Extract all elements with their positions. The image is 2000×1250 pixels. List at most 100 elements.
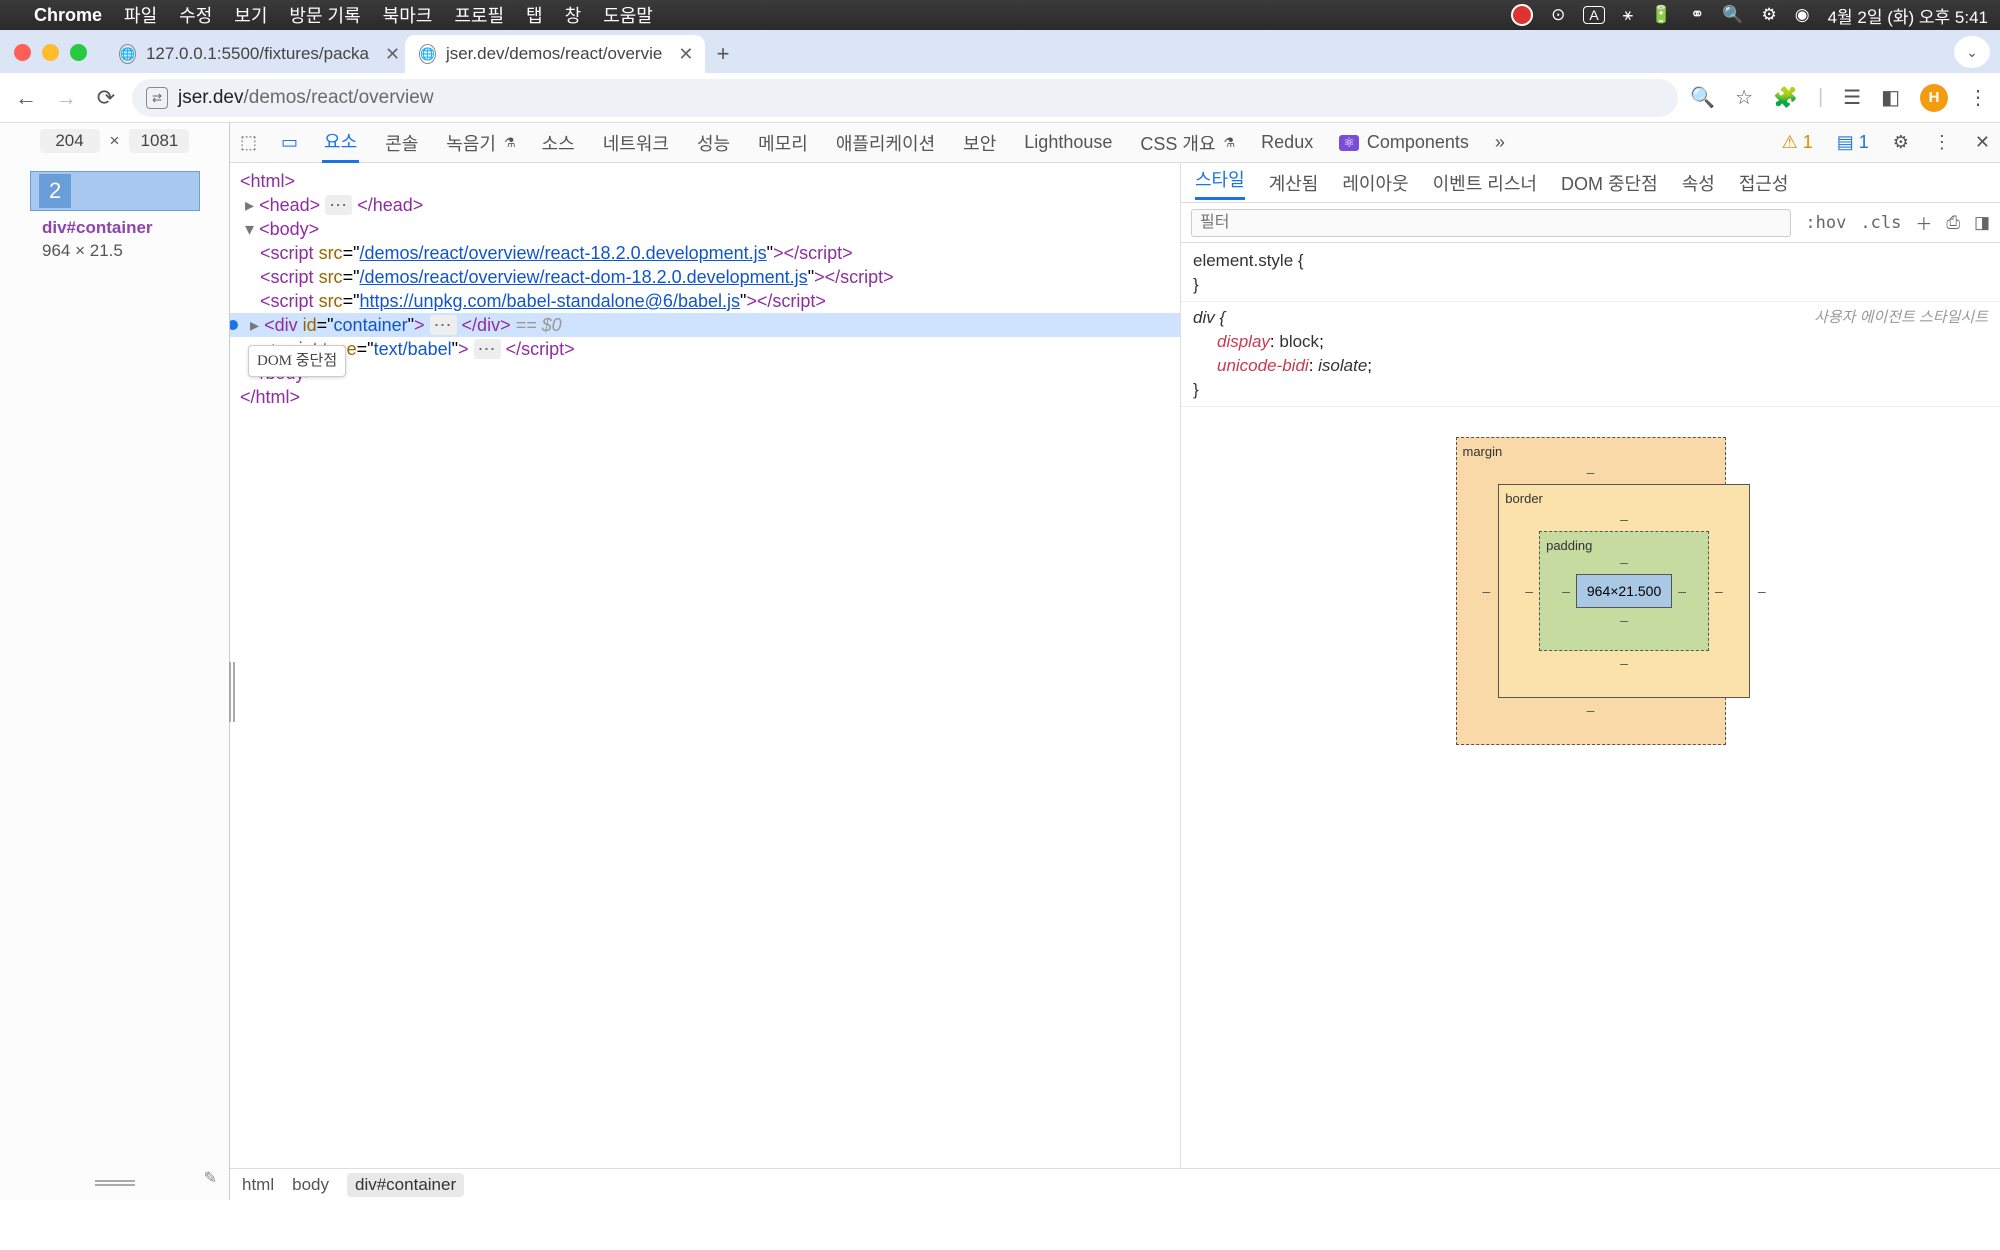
address-bar[interactable]: ⇄ jser.dev/demos/react/overview: [132, 79, 1678, 117]
record-icon[interactable]: [1511, 4, 1533, 26]
bookmark-icon[interactable]: ☆: [1735, 85, 1753, 110]
bottom-drag-handle[interactable]: [95, 1180, 135, 1186]
tab-recorder[interactable]: 녹음기: [444, 124, 498, 162]
url-path: /demos/react/overview: [243, 87, 433, 108]
element-tooltip: div#container 964 × 21.5: [42, 217, 199, 263]
kebab-menu-icon[interactable]: ⋮: [1933, 132, 1951, 153]
dimension-separator: ×: [110, 131, 120, 151]
tab-css-overview[interactable]: CSS 개요: [1138, 124, 1217, 162]
reload-button[interactable]: ⟳: [92, 85, 120, 111]
browser-tab-1[interactable]: 🌐 jser.dev/demos/react/overvie ✕: [405, 35, 705, 73]
rule-element-style: element.style {: [1193, 249, 1988, 273]
style-rules[interactable]: element.style { } div { 사용자 에이전트 스타일시트 d…: [1181, 243, 2000, 781]
styles-tab-computed[interactable]: 계산됨: [1269, 170, 1319, 196]
rule-div-selector: div {: [1193, 306, 1225, 330]
menu-history[interactable]: 방문 기록: [289, 2, 360, 28]
crumb-html[interactable]: html: [242, 1175, 274, 1195]
bluetooth-icon[interactable]: ⚹: [1623, 5, 1633, 25]
hov-toggle[interactable]: :hov: [1805, 213, 1846, 233]
menu-profile[interactable]: 프로필: [454, 2, 504, 28]
tab-title: jser.dev/demos/react/overvie: [446, 44, 662, 64]
viewport-height-input[interactable]: [129, 129, 189, 153]
styles-tab-props[interactable]: 속성: [1682, 170, 1715, 196]
tab-overflow-button[interactable]: ⌄: [1954, 36, 1990, 68]
search-icon[interactable]: 🔍: [1722, 5, 1743, 25]
siri-icon[interactable]: ◉: [1795, 5, 1810, 25]
menu-window[interactable]: 창: [565, 2, 582, 28]
extensions-icon[interactable]: 🧩: [1773, 85, 1798, 110]
viewport-width-input[interactable]: [40, 129, 100, 153]
devtools: × 2 div#container 964 × 21.5 ✎ ⬚ ▭ 요소 콘솔…: [0, 123, 2000, 1200]
new-style-rule-icon[interactable]: ＋: [1915, 210, 1932, 235]
chrome-menu-icon[interactable]: ⋮: [1968, 85, 1988, 110]
menu-file[interactable]: 파일: [124, 2, 157, 28]
styles-tab-styles[interactable]: 스타일: [1195, 166, 1245, 200]
battery-icon[interactable]: 🔋: [1651, 5, 1672, 25]
tab-lighthouse[interactable]: Lighthouse: [1022, 126, 1114, 159]
cls-toggle[interactable]: .cls: [1860, 213, 1901, 233]
menu-edit[interactable]: 수정: [179, 2, 212, 28]
menu-tab[interactable]: 탭: [526, 2, 543, 28]
back-button[interactable]: ←: [12, 85, 40, 111]
datetime[interactable]: 4월 2일 (화) 오후 5:41: [1828, 3, 1988, 28]
site-info-icon[interactable]: ⇄: [146, 87, 168, 109]
tab-components[interactable]: Components: [1365, 126, 1471, 159]
styles-filter-input[interactable]: [1191, 209, 1791, 237]
computed-styles-icon[interactable]: ⎙: [1946, 213, 1960, 233]
side-panel-icon[interactable]: ◧: [1881, 85, 1900, 110]
close-devtools-icon[interactable]: ✕: [1975, 132, 1990, 153]
reading-list-icon[interactable]: ☰: [1843, 85, 1861, 110]
script-src-1[interactable]: /demos/react/overview/react-dom-18.2.0.d…: [359, 267, 807, 287]
new-tab-button[interactable]: +: [705, 41, 741, 67]
settings-icon[interactable]: ⚙: [1893, 132, 1909, 153]
tab-network[interactable]: 네트워크: [601, 124, 671, 162]
profile-avatar[interactable]: H: [1920, 84, 1948, 112]
more-tabs-icon[interactable]: »: [1495, 132, 1505, 153]
menu-bookmarks[interactable]: 북마크: [383, 2, 433, 28]
minimize-window-button[interactable]: [42, 44, 59, 61]
selected-dom-node[interactable]: ▸ <div id="container"> ⋯ </div> == $0: [230, 313, 1180, 337]
close-tab-icon[interactable]: ✕: [678, 44, 693, 65]
styles-tab-dom-bp[interactable]: DOM 중단점: [1561, 170, 1658, 196]
app-name[interactable]: Chrome: [34, 5, 102, 26]
device-toggle-icon[interactable]: ▭: [281, 132, 298, 153]
close-window-button[interactable]: [14, 44, 31, 61]
script-src-2[interactable]: https://unpkg.com/babel-standalone@6/bab…: [359, 291, 740, 311]
crumb-container[interactable]: div#container: [347, 1173, 464, 1197]
tab-elements[interactable]: 요소: [322, 122, 359, 163]
maximize-window-button[interactable]: [70, 44, 87, 61]
components-badge-icon: ⚛: [1339, 135, 1359, 151]
browser-tabstrip: 🌐 127.0.0.1:5500/fixtures/packa ✕ 🌐 jser…: [0, 30, 2000, 73]
tab-performance[interactable]: 성능: [695, 124, 732, 162]
tab-sources[interactable]: 소스: [540, 124, 577, 162]
crumb-body[interactable]: body: [292, 1175, 329, 1195]
box-model[interactable]: margin – – border – –: [1456, 437, 1726, 745]
zoom-icon[interactable]: 🔍: [1690, 85, 1715, 110]
issues-messages[interactable]: ▤ 1: [1837, 132, 1869, 153]
styles-tab-listeners[interactable]: 이벤트 리스너: [1433, 170, 1537, 196]
dom-tree[interactable]: <html> ▸ <head> ⋯ </head> ▾ <body> <scri…: [230, 163, 1180, 1168]
issues-warning[interactable]: ⚠ 1: [1782, 132, 1813, 153]
close-tab-icon[interactable]: ✕: [385, 44, 400, 65]
tab-redux[interactable]: Redux: [1259, 126, 1315, 159]
link-icon[interactable]: ⚭: [1690, 5, 1704, 25]
menu-help[interactable]: 도움말: [603, 2, 653, 28]
forward-button[interactable]: →: [52, 85, 80, 111]
control-center-icon[interactable]: ⚙: [1761, 5, 1776, 25]
styles-tab-a11y[interactable]: 접근성: [1739, 170, 1789, 196]
tab-console[interactable]: 콘솔: [383, 124, 420, 162]
browser-toolbar: ← → ⟳ ⇄ jser.dev/demos/react/overview 🔍 …: [0, 73, 2000, 123]
script-src-0[interactable]: /demos/react/overview/react-18.2.0.devel…: [359, 243, 766, 263]
menu-view[interactable]: 보기: [234, 2, 267, 28]
edit-icon[interactable]: ✎: [204, 1168, 217, 1188]
tab-security[interactable]: 보안: [961, 124, 998, 162]
tab-application[interactable]: 애플리케이션: [834, 124, 937, 162]
tab-memory[interactable]: 메모리: [756, 124, 810, 162]
toggle-sidebar-icon[interactable]: ◨: [1974, 213, 1990, 233]
styles-tab-layout[interactable]: 레이아웃: [1342, 170, 1408, 196]
play-icon[interactable]: ⊙: [1551, 5, 1565, 25]
inspect-icon[interactable]: ⬚: [240, 132, 257, 153]
ime-indicator[interactable]: A: [1583, 6, 1604, 24]
dom-breadcrumbs: html body div#container: [230, 1168, 2000, 1200]
browser-tab-0[interactable]: 🌐 127.0.0.1:5500/fixtures/packa ✕: [105, 35, 405, 73]
